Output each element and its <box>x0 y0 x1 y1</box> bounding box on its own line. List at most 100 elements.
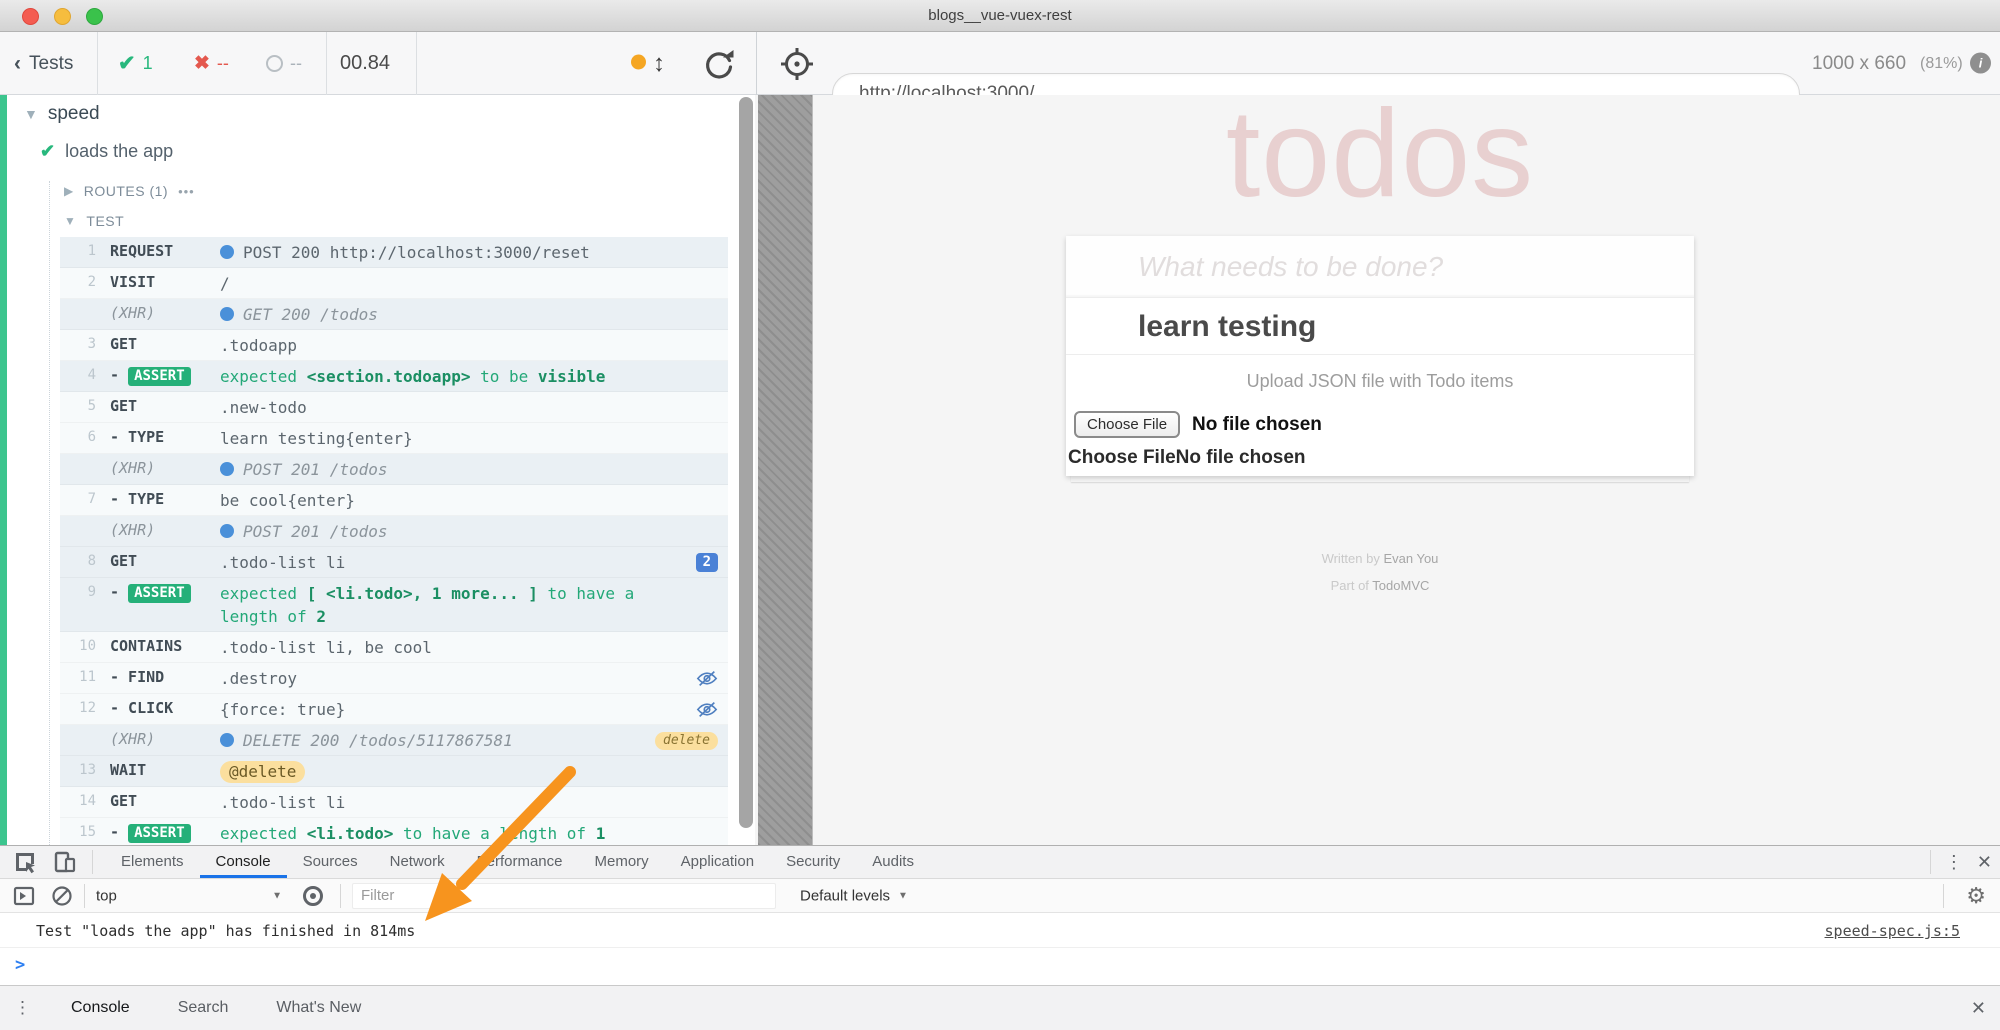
devtools-close-icon[interactable]: ✕ <box>1977 852 1992 873</box>
command-row[interactable]: 10CONTAINS.todo-list li, be cool <box>60 632 728 663</box>
console-prompt[interactable]: > <box>0 948 2000 981</box>
command-number: 5 <box>60 396 96 414</box>
selector-playground-icon[interactable] <box>778 32 816 95</box>
clear-console-icon[interactable] <box>50 884 74 908</box>
devtools-tab-console[interactable]: Console <box>200 846 287 878</box>
devtools-tab-memory[interactable]: Memory <box>579 846 665 878</box>
command-number <box>60 729 96 731</box>
command-message: POST 201 /todos <box>220 520 670 543</box>
window-title: blogs__vue-vuex-rest <box>0 0 2000 31</box>
drawer-menu-icon[interactable]: ⋮ <box>0 998 47 1018</box>
drawer-tab-what-s-new[interactable]: What's New <box>252 999 385 1017</box>
devtools-tab-audits[interactable]: Audits <box>856 846 930 878</box>
routes-label: ROUTES (1) <box>84 183 168 199</box>
command-row[interactable]: 4- ASSERTexpected <section.todoapp> to b… <box>60 361 728 392</box>
devtools-tab-application[interactable]: Application <box>665 846 770 878</box>
routes-section[interactable]: ▶ ROUTES (1) ••• <box>64 183 195 199</box>
command-number: 14 <box>60 791 96 809</box>
drawer-tab-search[interactable]: Search <box>154 999 253 1017</box>
command-method: (XHR) <box>110 303 220 322</box>
auto-scroll-icon[interactable]: ↕ <box>653 32 665 95</box>
command-row[interactable]: 13WAIT@delete <box>60 756 728 787</box>
command-row[interactable]: 15- ASSERTexpected <li.todo> to have a l… <box>60 818 728 845</box>
scrollbar-thumb[interactable] <box>739 97 753 828</box>
new-todo-input[interactable]: What needs to be done? <box>1066 236 1694 297</box>
devtools-tab-sources[interactable]: Sources <box>287 846 374 878</box>
back-to-tests-button[interactable]: ‹ Tests <box>14 32 73 95</box>
command-row[interactable]: 7- TYPEbe cool{enter} <box>60 485 728 516</box>
command-list: 1REQUESTPOST 200 http://localhost:3000/r… <box>60 237 728 845</box>
command-row[interactable]: 12- CLICK{force: true} <box>60 694 728 725</box>
test-section[interactable]: ▼ TEST <box>64 213 124 229</box>
command-row[interactable]: (XHR)POST 201 /todos <box>60 454 728 485</box>
command-message: expected [ <li.todo>, 1 more... ] to hav… <box>220 582 670 628</box>
status-dot-icon <box>631 55 646 70</box>
command-method: - FIND <box>110 667 220 686</box>
command-row[interactable]: 8GET.todo-list li2 <box>60 547 728 578</box>
device-toolbar-icon[interactable] <box>52 849 78 875</box>
command-message: expected <section.todoapp> to be visible <box>220 365 670 388</box>
command-row[interactable]: 6- TYPElearn testing{enter} <box>60 423 728 454</box>
drawer-close-icon[interactable]: ✕ <box>1971 998 1986 1019</box>
info-icon[interactable]: i <box>1970 53 1991 74</box>
refresh-icon[interactable] <box>702 32 736 95</box>
command-row[interactable]: 5GET.new-todo <box>60 392 728 423</box>
command-message: .todoapp <box>220 334 670 357</box>
choose-file-text-duplicate: Choose FileNo file chosen <box>1068 447 1306 469</box>
xhr-dot-icon <box>220 307 234 321</box>
zoom-window-icon[interactable] <box>86 8 103 25</box>
console-message-row[interactable]: Test "loads the app" has finished in 814… <box>0 915 2000 948</box>
command-row[interactable]: (XHR)POST 201 /todos <box>60 516 728 547</box>
devtools-tab-network[interactable]: Network <box>374 846 461 878</box>
passed-count: ✔ 1 <box>118 32 153 95</box>
suite-passed-bar <box>0 95 7 845</box>
inspect-element-icon[interactable] <box>12 849 38 875</box>
close-window-icon[interactable] <box>22 8 39 25</box>
source-link[interactable]: speed-spec.js:5 <box>1825 922 1960 940</box>
command-message: .todo-list li, be cool <box>220 636 670 659</box>
command-row[interactable]: 2VISIT/ <box>60 268 728 299</box>
command-number: 3 <box>60 334 96 352</box>
devtools-menu-icon[interactable]: ⋮ <box>1945 852 1963 873</box>
command-row[interactable]: 9- ASSERTexpected [ <li.todo>, 1 more...… <box>60 578 728 632</box>
no-file-chosen-label: No file chosen <box>1192 414 1322 436</box>
settings-gear-icon[interactable]: ⚙ <box>1966 883 1986 909</box>
choose-file-button[interactable]: Choose File <box>1074 411 1180 438</box>
devtools-tab-security[interactable]: Security <box>770 846 856 878</box>
footer-author-link[interactable]: Evan You <box>1383 551 1438 566</box>
devtools-tab-elements[interactable]: Elements <box>105 846 200 878</box>
titlebar: blogs__vue-vuex-rest <box>0 0 2000 32</box>
command-message: expected <li.todo> to have a length of 1 <box>220 822 670 845</box>
log-levels-dropdown[interactable]: Default levels ▼ <box>800 887 908 904</box>
command-method: VISIT <box>110 272 220 291</box>
command-message: .todo-list li <box>220 551 670 574</box>
command-number <box>60 520 96 522</box>
caret-right-icon: ▶ <box>64 184 74 198</box>
command-number: 9 <box>60 582 96 600</box>
command-row[interactable]: 14GET.todo-list li <box>60 787 728 818</box>
devtools-tab-performance[interactable]: Performance <box>461 846 579 878</box>
command-number: 4 <box>60 365 96 383</box>
live-expression-icon[interactable] <box>300 883 326 909</box>
suite-header[interactable]: ▼ speed <box>24 103 100 125</box>
drawer-tab-console[interactable]: Console <box>47 999 154 1017</box>
todo-item[interactable]: learn testing <box>1066 297 1694 354</box>
context-selector[interactable]: top ▼ <box>96 887 282 904</box>
todos-heading: todos <box>1066 83 1694 225</box>
minimize-window-icon[interactable] <box>54 8 71 25</box>
filter-input[interactable]: Filter <box>352 883 776 909</box>
console-message: Test "loads the app" has finished in 814… <box>36 922 415 940</box>
command-method: CONTAINS <box>110 636 220 655</box>
command-row[interactable]: 11- FIND.destroy <box>60 663 728 694</box>
test-header[interactable]: ✔ loads the app <box>40 141 173 162</box>
chevron-down-icon: ▼ <box>272 890 282 901</box>
assert-badge: ASSERT <box>128 584 191 603</box>
footer-project-link[interactable]: TodoMVC <box>1372 578 1429 593</box>
command-row[interactable]: (XHR)DELETE 200 /todos/5117867581delete <box>60 725 728 756</box>
command-row[interactable]: (XHR)GET 200 /todos <box>60 299 728 330</box>
console-sidebar-icon[interactable] <box>12 884 36 908</box>
more-dots: ••• <box>178 184 195 199</box>
command-row[interactable]: 3GET.todoapp <box>60 330 728 361</box>
command-row[interactable]: 1REQUESTPOST 200 http://localhost:3000/r… <box>60 237 728 268</box>
test-section-label: TEST <box>86 213 124 229</box>
